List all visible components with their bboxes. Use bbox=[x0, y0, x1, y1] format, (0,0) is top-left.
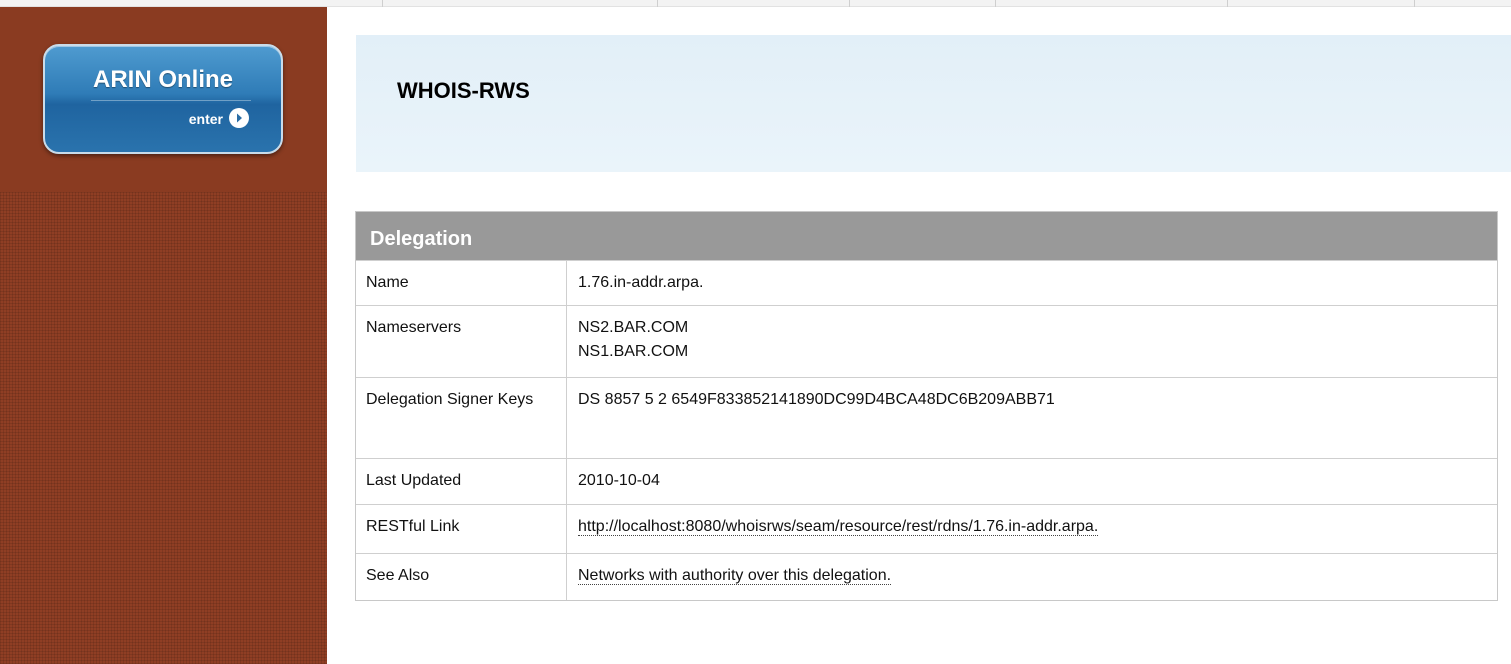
top-strip bbox=[0, 0, 1511, 7]
sidebar-pattern bbox=[0, 192, 327, 664]
table-row: Delegation Signer Keys DS 8857 5 2 6549F… bbox=[356, 377, 1497, 458]
table-row: See Also Networks with authority over th… bbox=[356, 553, 1497, 600]
arin-enter-label: enter bbox=[188, 111, 223, 127]
arin-online-title: ARIN Online bbox=[92, 66, 233, 93]
strip-separator bbox=[1227, 0, 1228, 7]
page-title: WHOIS-RWS bbox=[397, 78, 530, 103]
strip-separator bbox=[657, 0, 658, 7]
row-value-nameservers: NS2.BAR.COM NS1.BAR.COM bbox=[567, 306, 1497, 377]
restful-link[interactable]: http://localhost:8080/whoisrws/seam/reso… bbox=[578, 518, 1099, 536]
strip-separator bbox=[995, 0, 996, 7]
row-label-delegation-signer-keys: Delegation Signer Keys bbox=[356, 378, 567, 458]
table-row: Last Updated 2010-10-04 bbox=[356, 458, 1497, 504]
strip-separator bbox=[849, 0, 850, 7]
table-row: RESTful Link http://localhost:8080/whois… bbox=[356, 504, 1497, 553]
table-row: Name 1.76.in-addr.arpa. bbox=[356, 260, 1497, 305]
see-also-link[interactable]: Networks with authority over this delega… bbox=[578, 567, 892, 585]
row-value-see-also: Networks with authority over this delega… bbox=[567, 554, 1497, 600]
delegation-table: Delegation Name 1.76.in-addr.arpa. Names… bbox=[355, 211, 1498, 601]
row-label-see-also: See Also bbox=[356, 554, 567, 600]
arrow-circle-right-icon bbox=[229, 108, 249, 128]
header-band: WHOIS-RWS bbox=[356, 35, 1511, 172]
last-updated-value: 2010-10-04 bbox=[578, 472, 660, 489]
arin-button-divider bbox=[91, 100, 251, 101]
strip-separator bbox=[1414, 0, 1415, 7]
arin-online-button[interactable]: ARIN Online enter bbox=[43, 44, 283, 154]
row-label-nameservers: Nameservers bbox=[356, 306, 567, 377]
row-label-last-updated: Last Updated bbox=[356, 459, 567, 504]
row-value-restful-link: http://localhost:8080/whoisrws/seam/reso… bbox=[567, 505, 1497, 553]
nameserver-value: NS2.BAR.COM bbox=[578, 319, 689, 336]
row-value-delegation-signer-keys: DS 8857 5 2 6549F833852141890DC99D4BCA48… bbox=[567, 378, 1497, 458]
row-label-restful-link: RESTful Link bbox=[356, 505, 567, 553]
nameserver-value: NS1.BAR.COM bbox=[578, 343, 689, 360]
table-heading: Delegation bbox=[356, 212, 1497, 260]
row-value-last-updated: 2010-10-04 bbox=[567, 459, 1497, 504]
page: ARIN Online enter WHOIS-RWS Delegation N… bbox=[0, 0, 1511, 664]
table-row: Nameservers NS2.BAR.COM NS1.BAR.COM bbox=[356, 305, 1497, 377]
row-label-name: Name bbox=[356, 261, 567, 305]
ds-key-value: DS 8857 5 2 6549F833852141890DC99D4BCA48… bbox=[578, 391, 1055, 408]
row-value-name: 1.76.in-addr.arpa. bbox=[567, 261, 1497, 305]
strip-separator bbox=[382, 0, 383, 7]
delegation-name-value: 1.76.in-addr.arpa. bbox=[578, 274, 704, 291]
